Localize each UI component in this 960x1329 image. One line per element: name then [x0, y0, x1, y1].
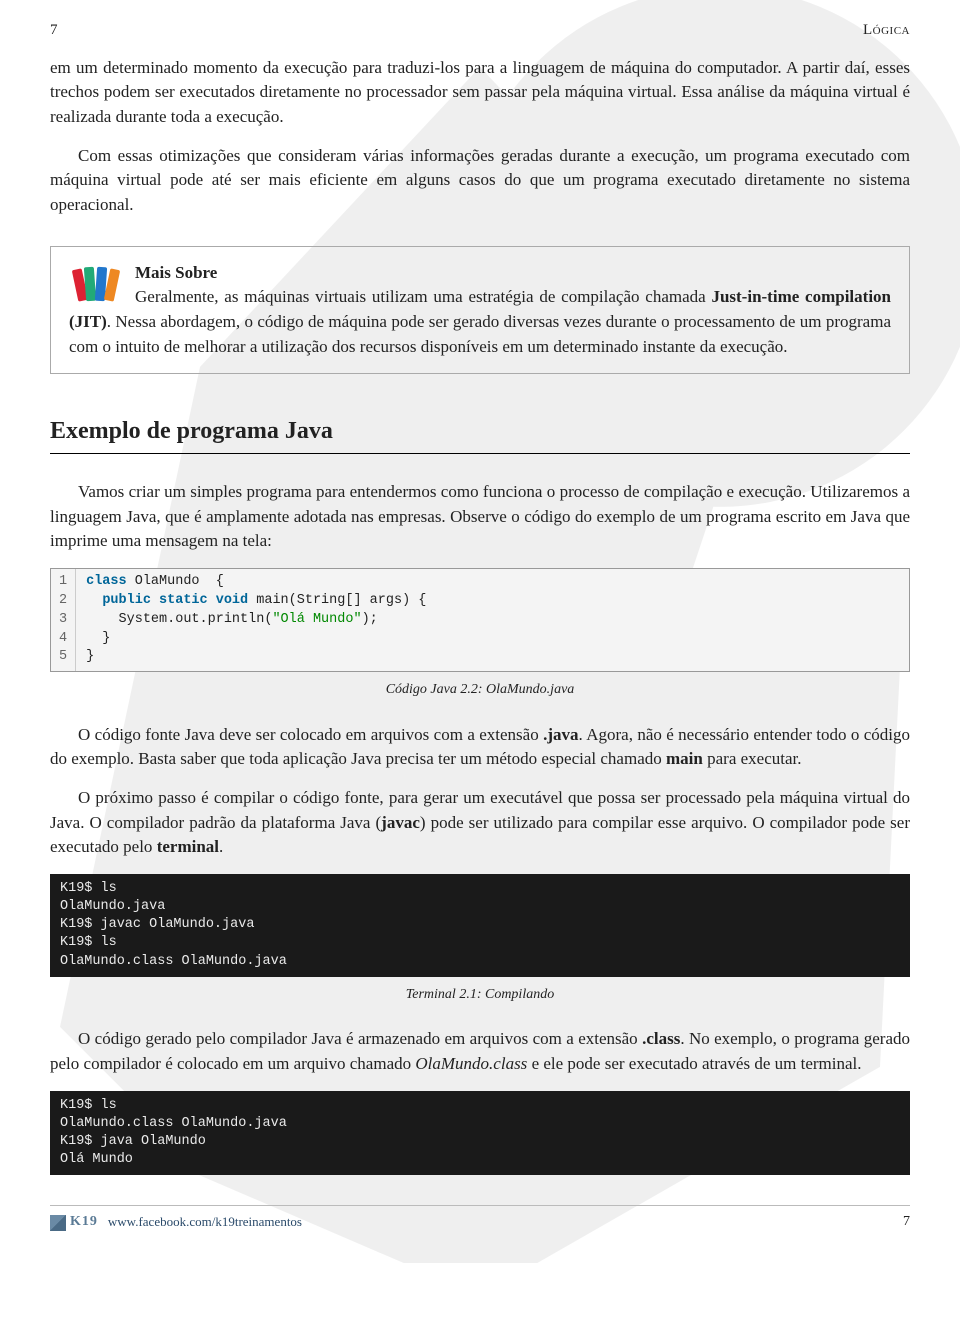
paragraph-3: Vamos criar um simples programa para ent… — [50, 480, 910, 554]
paragraph-1: em um determinado momento da execução pa… — [50, 56, 910, 130]
code-caption-1: Código Java 2.2: OlaMundo.java — [50, 680, 910, 700]
code-gutter: 1 2 3 4 5 — [51, 569, 76, 671]
paragraph-5: O próximo passo é compilar o código font… — [50, 786, 910, 860]
code-content: class OlaMundo { public static void main… — [76, 569, 909, 671]
logo-square-icon — [50, 1215, 66, 1231]
footer-link[interactable]: www.facebook.com/k19treinamentos — [108, 1213, 302, 1232]
page-footer: K19 www.facebook.com/k19treinamentos 7 — [50, 1205, 910, 1232]
paragraph-2: Com essas otimizações que consideram vár… — [50, 144, 910, 218]
paragraph-4: O código fonte Java deve ser colocado em… — [50, 723, 910, 772]
chapter-title: Lógica — [863, 20, 910, 42]
paragraph-6: O código gerado pelo compilador Java é a… — [50, 1027, 910, 1076]
section-heading: Exemplo de programa Java — [50, 414, 910, 454]
page-number-top: 7 — [50, 20, 58, 42]
callout-title: Mais Sobre — [135, 263, 217, 282]
code-block-java: 1 2 3 4 5 class OlaMundo { public static… — [50, 568, 910, 672]
callout-text-post: . Nessa abordagem, o código de máquina p… — [69, 312, 891, 356]
terminal-block-2: K19$ ls OlaMundo.class OlaMundo.java K19… — [50, 1091, 910, 1176]
callout-body: Mais Sobre Geralmente, as máquinas virtu… — [69, 261, 891, 360]
terminal-block-1: K19$ ls OlaMundo.java K19$ javac OlaMund… — [50, 874, 910, 977]
terminal-caption-1: Terminal 2.1: Compilando — [50, 985, 910, 1005]
callout-text-pre: Geralmente, as máquinas virtuais utiliza… — [135, 287, 711, 306]
books-icon — [69, 263, 125, 307]
page-header: 7 Lógica — [50, 20, 910, 42]
callout-mais-sobre: Mais Sobre Geralmente, as máquinas virtu… — [50, 246, 910, 375]
logo-text: K19 — [70, 1212, 98, 1232]
page-number-bottom: 7 — [903, 1212, 910, 1232]
k19-logo: K19 — [50, 1212, 98, 1232]
